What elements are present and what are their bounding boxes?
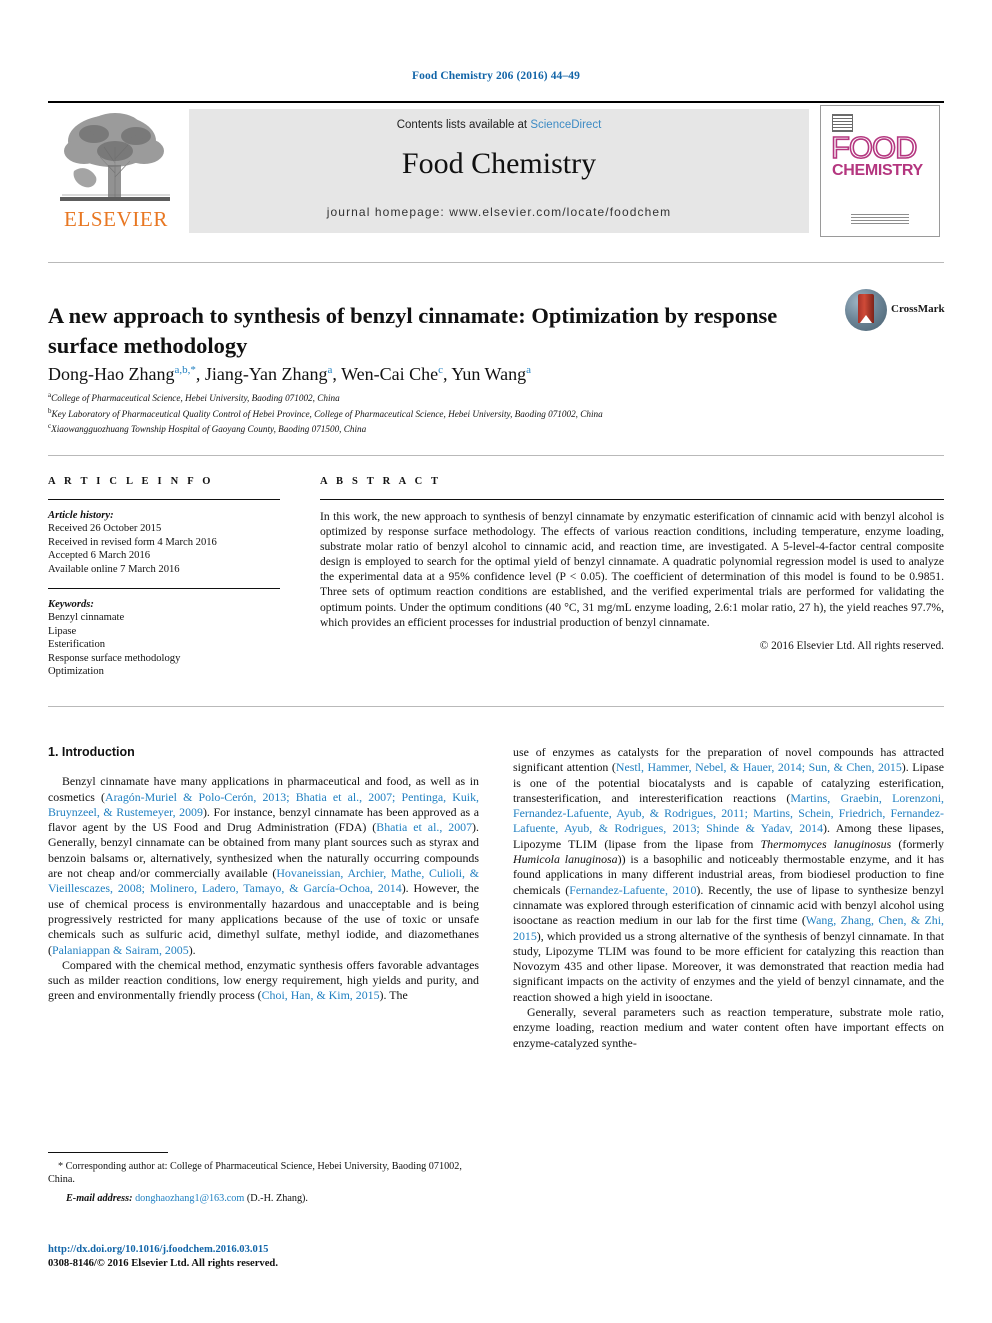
paragraph: Generally, several parameters such as re… xyxy=(513,1005,944,1050)
article-history-item: Received 26 October 2015 xyxy=(48,523,162,535)
abstract-heading: A B S T R A C T xyxy=(320,476,442,487)
crossmark-triangle-icon xyxy=(860,315,872,323)
abstract-column: A B S T R A C T In this work, the new ap… xyxy=(320,476,944,652)
article-info-divider xyxy=(48,499,280,500)
body-column-left: 1. Introduction Benzyl cinnamate have ma… xyxy=(48,745,479,1004)
section-heading-introduction: 1. Introduction xyxy=(48,745,135,759)
affiliation-item: aCollege of Pharmaceutical Science, Hebe… xyxy=(48,389,928,405)
affiliation-list: aCollege of Pharmaceutical Science, Hebe… xyxy=(48,389,928,436)
article-history-item: Available online 7 March 2016 xyxy=(48,563,180,575)
keyword-item: Lipase xyxy=(48,625,77,637)
abstract-band-top-divider xyxy=(48,455,944,456)
keywords-label: Keywords: xyxy=(48,599,94,611)
issn-copyright-line: 0308-8146/© 2016 Elsevier Ltd. All right… xyxy=(48,1258,278,1269)
affiliation-item: cXiaowangguozhuang Township Hospital of … xyxy=(48,420,928,436)
paragraph: use of enzymes as catalysts for the prep… xyxy=(513,745,945,1004)
journal-cover-thumbnail: FOOD CHEMISTRY xyxy=(820,105,940,237)
contents-available-line: Contents lists available at ScienceDirec… xyxy=(189,119,809,131)
footnote-block: * Corresponding author at: College of Ph… xyxy=(48,1152,479,1205)
affiliation-text: College of Pharmaceutical Science, Hebei… xyxy=(51,393,340,404)
article-info-heading: A R T I C L E I N F O xyxy=(48,476,214,487)
email-owner: (D.-H. Zhang). xyxy=(246,1192,308,1204)
elsevier-logo: ELSEVIER xyxy=(48,107,184,235)
footer-block: http://dx.doi.org/10.1016/j.foodchem.201… xyxy=(48,1243,479,1271)
affiliation-text: Key Laboratory of Pharmaceutical Quality… xyxy=(51,408,603,419)
keyword-item: Response surface methodology xyxy=(48,652,181,664)
email-note: E-mail address: donghaozhang1@163.com (D… xyxy=(48,1192,479,1205)
cover-title-food: FOOD xyxy=(830,130,918,165)
article-history-item: Accepted 6 March 2016 xyxy=(48,550,151,562)
abstract-divider xyxy=(320,499,944,500)
article-history-item: Received in revised form 4 March 2016 xyxy=(48,536,217,548)
abstract-band-bottom-divider xyxy=(48,706,944,707)
corresponding-author-note: * Corresponding author at: College of Ph… xyxy=(48,1161,462,1186)
paragraph: Benzyl cinnamate have many applications … xyxy=(48,774,479,957)
keyword-item: Benzyl cinnamate xyxy=(48,612,125,624)
article-history: Article history: Received 26 October 201… xyxy=(48,509,280,576)
running-head: Food Chemistry 206 (2016) 44–49 xyxy=(412,70,580,82)
doi-link[interactable]: http://dx.doi.org/10.1016/j.foodchem.201… xyxy=(48,1243,479,1257)
article-history-label: Article history: xyxy=(48,510,114,521)
crossmark-badge[interactable]: CrossMark xyxy=(845,289,945,331)
email-label: E-mail address: xyxy=(66,1192,133,1204)
affiliation-item: bKey Laboratory of Pharmaceutical Qualit… xyxy=(48,405,928,421)
crossmark-label: CrossMark xyxy=(891,303,945,315)
abstract-text: In this work, the new approach to synthe… xyxy=(320,510,944,629)
keywords-divider xyxy=(48,588,280,590)
paragraph: Compared with the chemical method, enzym… xyxy=(48,957,479,1003)
elsevier-wordmark: ELSEVIER xyxy=(64,207,168,231)
keyword-item: Optimization xyxy=(48,666,104,678)
elsevier-tree-icon xyxy=(52,107,178,209)
author-list: Dong-Hao Zhanga,b,*, Jiang-Yan Zhanga, W… xyxy=(48,364,531,384)
footnote-divider xyxy=(48,1152,168,1153)
keyword-list: Keywords: Benzyl cinnamate Lipase Esteri… xyxy=(48,598,280,678)
affiliation-text: Xiaowangguozhuang Township Hospital of G… xyxy=(51,424,367,435)
journal-title: Food Chemistry xyxy=(401,147,597,180)
crossmark-circle-icon xyxy=(845,289,887,331)
contents-prefix: Contents lists available at xyxy=(396,119,531,131)
keyword-item: Esterification xyxy=(48,639,106,651)
title-divider xyxy=(48,262,944,263)
cover-title-chemistry: CHEMISTRY xyxy=(832,162,923,179)
sciencedirect-link[interactable]: ScienceDirect xyxy=(530,119,601,131)
email-link[interactable]: donghaozhang1@163.com xyxy=(135,1193,244,1204)
body-column-right: use of enzymes as catalysts for the prep… xyxy=(513,745,944,1051)
paper-page: Food Chemistry 206 (2016) 44–49 ELSEVIER… xyxy=(0,0,992,1323)
abstract-copyright: © 2016 Elsevier Ltd. All rights reserved… xyxy=(759,639,944,652)
cover-footer-lines xyxy=(851,214,909,224)
journal-homepage-link[interactable]: journal homepage: www.elsevier.com/locat… xyxy=(189,205,809,219)
article-info-column: A R T I C L E I N F O Article history: R… xyxy=(48,476,280,678)
journal-masthead: ELSEVIER Contents lists available at Sci… xyxy=(48,101,944,237)
masthead-banner: Contents lists available at ScienceDirec… xyxy=(189,109,809,233)
page-title: A new approach to synthesis of benzyl ci… xyxy=(48,303,778,359)
